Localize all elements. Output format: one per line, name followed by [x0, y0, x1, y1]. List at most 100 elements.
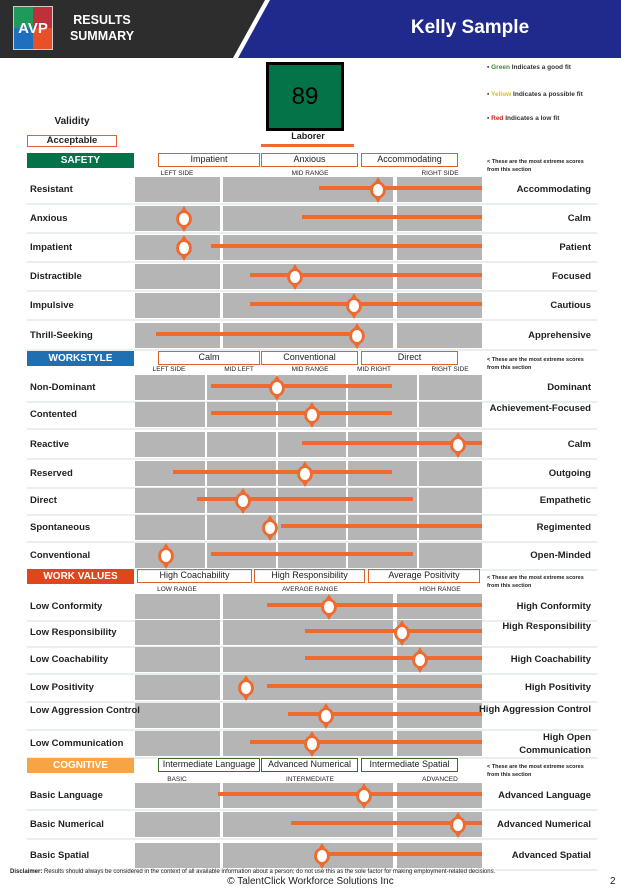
score-range-bar	[318, 186, 482, 190]
trait-right-label: Advanced Spatial	[511, 850, 591, 861]
score-range-bar	[211, 244, 482, 248]
job-title: Laborer	[291, 131, 325, 141]
scale-segment	[419, 375, 482, 400]
scale-segment	[135, 293, 220, 318]
score-range-bar	[211, 552, 413, 556]
trait-left-label: Anxious	[30, 213, 68, 224]
trait-left-label: Low Coachability	[30, 654, 109, 665]
scale-segment	[135, 488, 205, 513]
top-trait-box: Direct	[361, 351, 458, 365]
scale-segment	[135, 731, 220, 756]
score-marker-icon	[347, 323, 367, 349]
scale-label: MID RIGHT	[357, 366, 391, 373]
scale-segment	[419, 461, 482, 486]
score-marker-icon	[302, 731, 322, 757]
row-divider	[27, 232, 597, 234]
trait-right-label: Focused	[551, 271, 591, 282]
trait-right-label: Cautious	[550, 300, 591, 311]
scale-segment	[419, 402, 482, 427]
score-range-bar	[155, 332, 361, 336]
scale-label: LEFT SIDE	[160, 170, 194, 177]
trait-left-label: Basic Spatial	[30, 850, 90, 861]
trait-left-label: Distractible	[30, 271, 82, 282]
score-marker-icon	[354, 783, 374, 809]
trait-left-label: Low Positivity	[30, 682, 94, 693]
trait-right-label: High Conformity	[516, 601, 591, 612]
scale-segment	[207, 432, 276, 457]
score-range-bar	[197, 497, 413, 501]
validity-label: Validity	[54, 116, 90, 127]
trait-left-label: Resistant	[30, 184, 73, 195]
person-name: Kelly Sample	[410, 17, 530, 38]
row-divider	[27, 809, 597, 811]
trait-left-label: Spontaneous	[30, 522, 91, 533]
scale-label: MID LEFT	[224, 366, 254, 373]
disclaimer: Disclaimer: Results should always be con…	[10, 869, 496, 875]
score-marker-icon	[316, 703, 336, 729]
trait-right-label: Calm	[567, 439, 591, 450]
safety-section-header: SAFETY	[27, 153, 134, 168]
scale-label: RIGHT SIDE	[431, 366, 469, 373]
scale-segment	[135, 783, 220, 808]
scale-segment	[419, 488, 482, 513]
score-range-bar	[322, 852, 482, 856]
legend-green: ▪ Green Indicates a good fit	[487, 64, 571, 71]
trait-left-label: Contented	[30, 409, 77, 420]
scale-segment	[135, 594, 220, 619]
legend-red: ▪ Red Indicates a low fit	[487, 115, 560, 122]
score-marker-icon	[319, 594, 339, 620]
score-marker-icon	[260, 515, 280, 541]
score-marker-icon	[233, 488, 253, 514]
score-marker-icon	[344, 293, 364, 319]
trait-right-label: Advanced Numerical	[497, 819, 591, 830]
top-trait-box: High Responsibility	[254, 569, 365, 583]
scale-label: MID RANGE	[291, 170, 329, 177]
scale-segment	[135, 647, 220, 672]
scale-label: AVERAGE RANGE	[282, 586, 338, 593]
scale-label: MID RANGE	[291, 366, 329, 373]
trait-left-label: Low Aggression Control	[30, 705, 140, 716]
score-marker-icon	[236, 675, 256, 701]
scale-label: INTERMEDIATE	[286, 776, 334, 783]
trait-right-label: Outgoing	[548, 468, 591, 479]
score-marker-icon	[410, 647, 430, 673]
scale-segment	[135, 177, 220, 202]
score-range-bar	[266, 684, 482, 688]
row-divider	[27, 428, 597, 430]
row-divider	[27, 261, 597, 263]
row-divider	[27, 838, 597, 840]
score-range-bar	[173, 470, 392, 474]
score-marker-icon	[295, 461, 315, 487]
scale-segment	[135, 264, 220, 289]
scale-segment	[135, 375, 205, 400]
scale-label: LOW RANGE	[157, 586, 197, 593]
trait-right-label: Open-Minded	[530, 550, 591, 561]
score-range-bar	[249, 740, 482, 744]
scale-segment	[135, 402, 205, 427]
trait-left-label: Low Responsibility	[30, 627, 117, 638]
score-range-bar	[266, 603, 482, 607]
scale-segment	[135, 432, 205, 457]
trait-right-label: Dominant	[547, 382, 591, 393]
score-range-bar	[280, 524, 482, 528]
scale-label: RIGHT SIDE	[421, 170, 459, 177]
extreme-scores-note: < These are the most extreme scores from…	[487, 357, 584, 371]
scale-label: ADVANCED	[422, 776, 458, 783]
score-marker-icon	[368, 177, 388, 203]
top-trait-box: Accommodating	[361, 153, 458, 167]
top-trait-box: Intermediate Language	[158, 758, 260, 772]
page-number: 2	[610, 876, 616, 887]
trait-right-label: Achievement-Focused	[489, 403, 591, 414]
score-marker-icon	[392, 620, 412, 646]
scale-segment	[397, 323, 482, 348]
score-marker-icon	[267, 375, 287, 401]
trait-right-label: Advanced Language	[498, 790, 591, 801]
fit-score: 89	[266, 62, 344, 131]
trait-right-label: Regimented	[536, 522, 591, 533]
scale-segment	[135, 703, 220, 728]
trait-left-label: Low Communication	[30, 738, 124, 749]
trait-left-label: Thrill-Seeking	[30, 330, 93, 341]
score-marker-icon	[312, 843, 332, 869]
score-marker-icon	[174, 235, 194, 261]
trait-right-label: High Positivity	[525, 682, 591, 693]
